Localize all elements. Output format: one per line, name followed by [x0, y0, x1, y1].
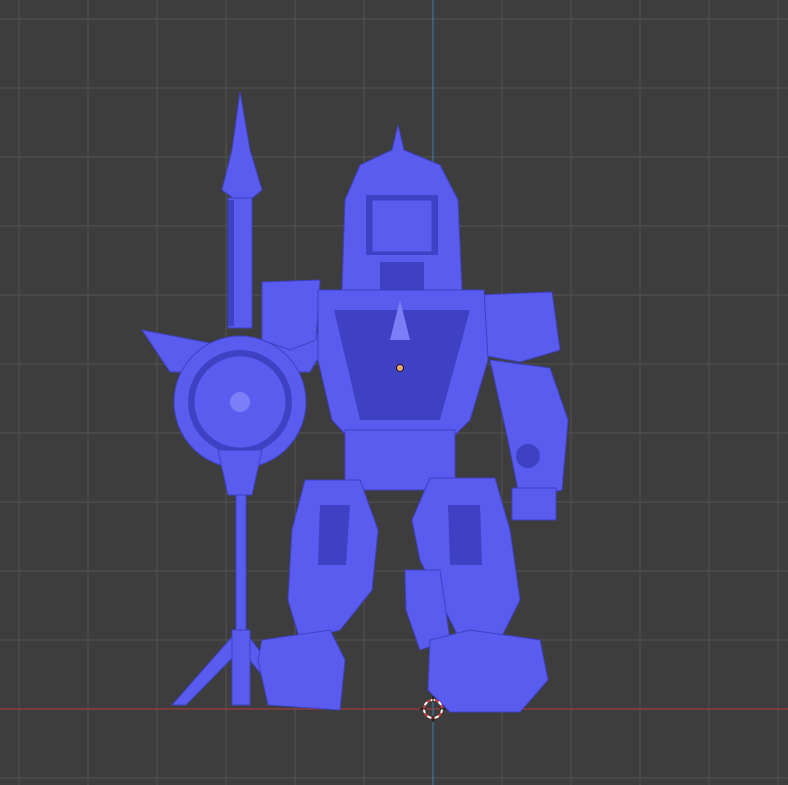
- viewport-canvas[interactable]: [0, 0, 788, 785]
- object-origin-dot[interactable]: [396, 364, 404, 372]
- 3d-viewport[interactable]: [0, 0, 788, 785]
